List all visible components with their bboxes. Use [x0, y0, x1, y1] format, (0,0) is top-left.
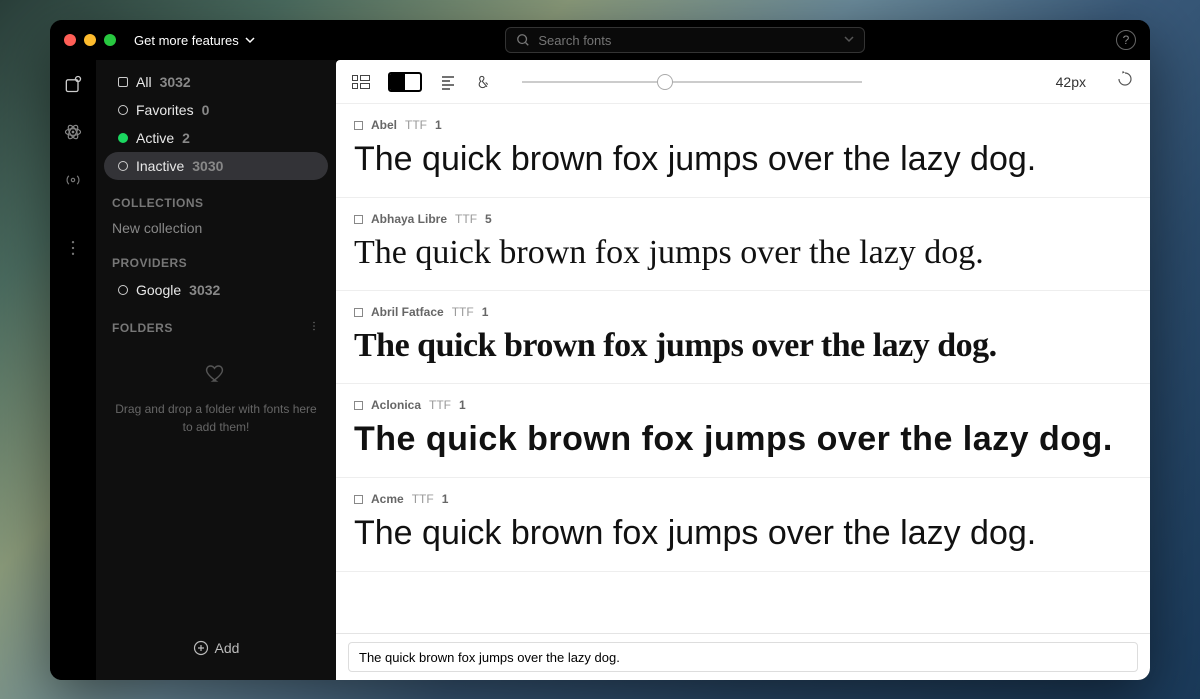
search-box[interactable] [505, 27, 865, 53]
sidebar-item-favorites[interactable]: Favorites 0 [104, 96, 328, 124]
icon-rail [50, 60, 96, 680]
font-ext: TTF [429, 398, 451, 412]
preview-text-bar [336, 633, 1150, 680]
size-label: 42px [1056, 74, 1086, 90]
heart-icon [112, 361, 320, 394]
sidebar-item-count: 3030 [192, 158, 223, 174]
preview-text-input[interactable] [348, 642, 1138, 672]
folder-dropzone[interactable]: Drag and drop a folder with fonts here t… [112, 361, 320, 436]
search-icon [516, 33, 530, 47]
sidebar: All 3032 Favorites 0 Active 2 Inactive 3… [96, 60, 336, 680]
ampersand-icon[interactable] [474, 73, 492, 91]
collections-header: COLLECTIONS [96, 180, 336, 216]
font-ext: TTF [412, 492, 434, 506]
sidebar-item-count: 2 [182, 130, 190, 146]
font-row[interactable]: Aclonica TTF 1 The quick brown fox jumps… [336, 384, 1150, 478]
font-count: 5 [485, 212, 492, 226]
reset-button[interactable] [1116, 70, 1134, 93]
maximize-window[interactable] [104, 34, 116, 46]
search-dropdown-icon[interactable] [844, 31, 854, 49]
theme-toggle[interactable] [388, 72, 422, 92]
sidebar-item-count: 0 [202, 102, 210, 118]
align-toggle[interactable] [440, 74, 456, 90]
sidebar-item-all[interactable]: All 3032 [104, 68, 328, 96]
sidebar-item-inactive[interactable]: Inactive 3030 [104, 152, 328, 180]
atom-icon[interactable] [63, 122, 83, 142]
folders-header: FOLDERS [96, 304, 336, 341]
font-ext: TTF [405, 118, 427, 132]
font-count: 1 [482, 305, 489, 319]
new-collection[interactable]: New collection [96, 216, 336, 240]
font-name: Acme [371, 492, 404, 506]
font-name: Aclonica [371, 398, 421, 412]
font-count: 1 [435, 118, 442, 132]
search-input[interactable] [538, 33, 836, 48]
sidebar-item-count: 3032 [189, 282, 220, 298]
sidebar-item-label: Favorites [136, 102, 194, 118]
checkbox-icon[interactable] [354, 215, 363, 224]
window-controls [64, 34, 116, 46]
main-panel: 42px Abel TTF 1 The quick brown fox jump… [336, 60, 1150, 680]
view-toggle[interactable] [352, 75, 370, 89]
font-row[interactable]: Abel TTF 1 The quick brown fox jumps ove… [336, 104, 1150, 198]
font-row[interactable]: Acme TTF 1 The quick brown fox jumps ove… [336, 478, 1150, 572]
more-icon[interactable] [63, 238, 83, 258]
sidebar-item-provider-google[interactable]: Google 3032 [104, 276, 328, 304]
checkbox-icon[interactable] [354, 401, 363, 410]
checkbox-icon[interactable] [354, 121, 363, 130]
app-window: Get more features ? [50, 20, 1150, 680]
font-preview: The quick brown fox jumps over the lazy … [354, 514, 1132, 553]
minimize-window[interactable] [84, 34, 96, 46]
broadcast-icon[interactable] [63, 170, 83, 190]
font-name: Abril Fatface [371, 305, 444, 319]
titlebar: Get more features ? [50, 20, 1150, 60]
font-name: Abhaya Libre [371, 212, 447, 226]
sidebar-item-label: Active [136, 130, 174, 146]
get-features-menu[interactable]: Get more features [134, 33, 255, 48]
close-window[interactable] [64, 34, 76, 46]
font-name: Abel [371, 118, 397, 132]
sidebar-item-label: Google [136, 282, 181, 298]
font-count: 1 [459, 398, 466, 412]
font-list[interactable]: Abel TTF 1 The quick brown fox jumps ove… [336, 104, 1150, 633]
font-row[interactable]: Abhaya Libre TTF 5 The quick brown fox j… [336, 198, 1150, 291]
chevron-down-icon [245, 35, 255, 45]
sidebar-item-label: Inactive [136, 158, 184, 174]
plus-circle-icon [193, 640, 209, 656]
font-row[interactable]: Abril Fatface TTF 1 The quick brown fox … [336, 291, 1150, 384]
size-slider[interactable] [522, 81, 862, 83]
library-icon[interactable] [63, 74, 83, 94]
font-preview: The quick brown fox jumps over the lazy … [354, 327, 1132, 365]
font-ext: TTF [455, 212, 477, 226]
font-preview: The quick brown fox jumps over the lazy … [354, 420, 1132, 459]
checkbox-icon[interactable] [354, 308, 363, 317]
sidebar-item-label: All [136, 74, 152, 90]
add-button[interactable]: Add [96, 628, 336, 668]
sidebar-item-count: 3032 [160, 74, 191, 90]
font-ext: TTF [452, 305, 474, 319]
font-count: 1 [442, 492, 449, 506]
slider-knob[interactable] [657, 74, 673, 90]
providers-header: PROVIDERS [96, 240, 336, 276]
font-preview: The quick brown fox jumps over the lazy … [354, 140, 1132, 179]
font-preview: The quick brown fox jumps over the lazy … [354, 234, 1132, 272]
dropzone-text: Drag and drop a folder with fonts here t… [115, 402, 316, 434]
sidebar-item-active[interactable]: Active 2 [104, 124, 328, 152]
help-button[interactable]: ? [1116, 30, 1136, 50]
get-features-label: Get more features [134, 33, 239, 48]
folders-more-icon[interactable] [308, 320, 320, 335]
toolbar: 42px [336, 60, 1150, 104]
add-label: Add [215, 640, 240, 656]
checkbox-icon[interactable] [354, 495, 363, 504]
